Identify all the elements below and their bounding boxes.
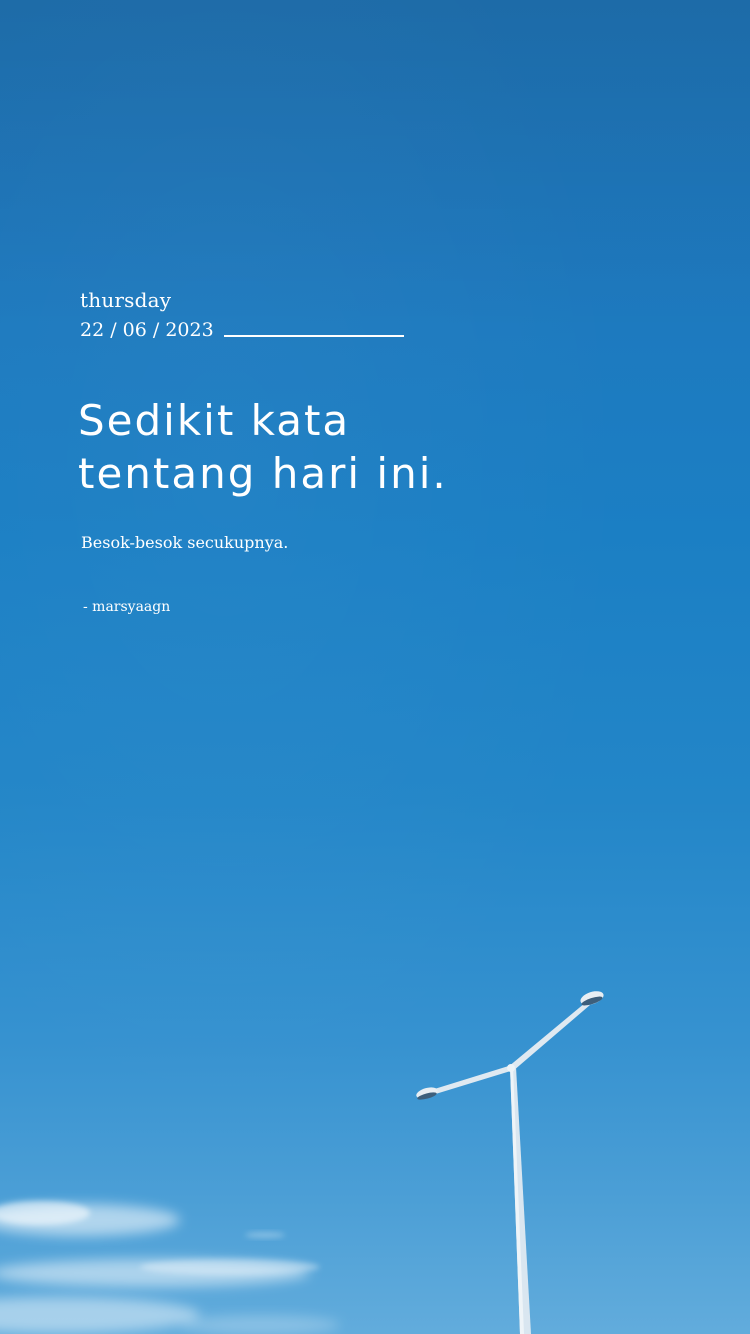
street-lamp-image [416, 991, 604, 1334]
clouds-image [0, 1201, 340, 1334]
day-label: thursday [80, 288, 172, 312]
date-row: 22 / 06 / 2023 [80, 316, 404, 342]
headline-line-1: Sedikit kata [78, 396, 351, 445]
date-label: 22 / 06 / 2023 [80, 319, 214, 341]
headline-line-2: tentang hari ini. [78, 449, 448, 498]
sky-overlay [0, 0, 750, 1334]
story-screen: thursday 22 / 06 / 2023 Sedikit kata ten… [0, 0, 750, 1334]
subtitle: Besok-besok secukupnya. [81, 533, 289, 552]
date-underline [223, 335, 404, 337]
headline: Sedikit kata tentang hari ini. [78, 394, 598, 500]
author-credit: - marsyaagn [83, 599, 171, 615]
